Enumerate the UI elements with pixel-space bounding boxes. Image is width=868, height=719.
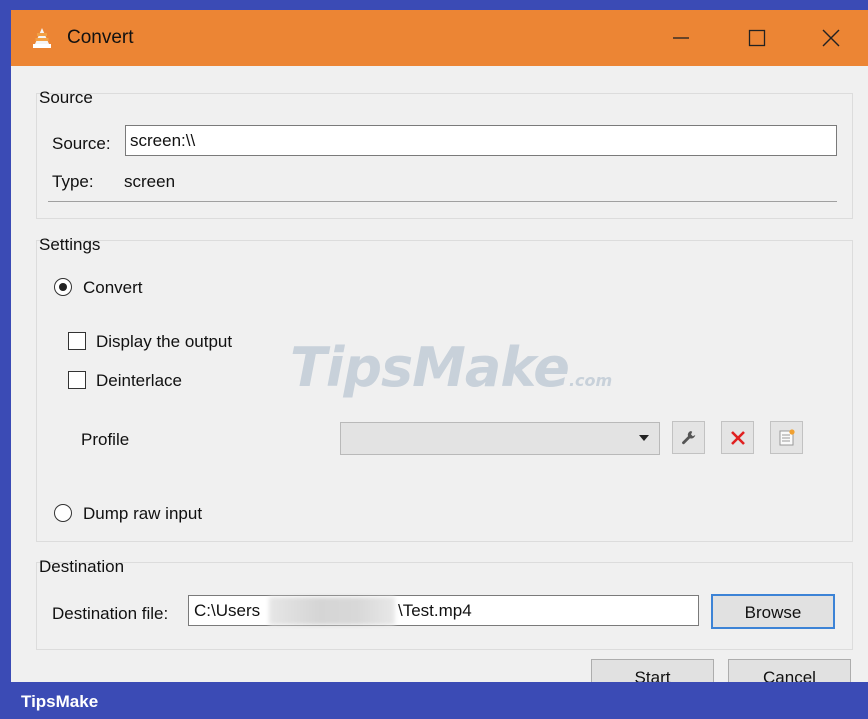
browse-button[interactable]: Browse [711,594,835,629]
delete-icon [731,431,745,445]
source-input[interactable]: screen:\\ [125,125,837,156]
settings-group [36,240,853,542]
destination-path-prefix: C:\Users [194,601,261,620]
footer-brand: TipsMake [21,692,99,711]
delete-profile-button[interactable] [721,421,754,454]
type-label: Type: [52,172,94,191]
maximize-button[interactable] [727,10,787,66]
convert-radio[interactable] [54,278,72,296]
close-button[interactable] [801,10,861,66]
deinterlace-label[interactable]: Deinterlace [96,371,182,391]
minimize-icon [673,37,689,39]
start-button-label: Start [634,668,671,682]
browse-button-label: Browse [744,603,802,622]
dump-raw-label[interactable]: Dump raw input [83,504,202,524]
wrench-icon [682,431,696,445]
source-group-label: Source [39,88,93,107]
cancel-button-label: Cancel [763,668,816,682]
destination-file-label: Destination file: [52,604,169,623]
start-button[interactable]: Start [591,659,714,682]
display-output-checkbox[interactable] [68,332,86,350]
destination-path-suffix: \Test.mp4 [398,601,472,620]
convert-dialog: Convert Source Source: screen:\\ Type: s… [11,10,868,682]
source-divider [48,201,837,202]
minimize-button[interactable] [651,10,711,66]
new-profile-button[interactable] [770,421,803,454]
redacted-username [269,597,395,625]
footer-bar: TipsMake [0,682,868,719]
close-icon [822,29,840,47]
cancel-button[interactable]: Cancel [728,659,851,682]
profile-label: Profile [81,430,130,449]
title-bar[interactable]: Convert [11,10,868,66]
type-value: screen [124,172,176,191]
chevron-down-icon [639,435,649,441]
window-title: Convert [67,27,134,48]
display-output-label[interactable]: Display the output [96,332,232,352]
destination-group-label: Destination [39,557,125,576]
new-profile-icon [779,429,795,446]
maximize-icon [748,29,766,47]
destination-file-input[interactable]: C:\Users \Test.mp4 [188,595,699,626]
settings-group-label: Settings [39,235,101,254]
profile-select[interactable] [340,422,660,455]
convert-radio-label[interactable]: Convert [83,278,143,298]
source-label: Source: [52,134,111,153]
deinterlace-checkbox[interactable] [68,371,86,389]
vlc-cone-icon [32,27,52,49]
source-input-value: screen:\\ [130,131,196,150]
edit-profile-button[interactable] [672,421,705,454]
dump-raw-radio[interactable] [54,504,72,522]
